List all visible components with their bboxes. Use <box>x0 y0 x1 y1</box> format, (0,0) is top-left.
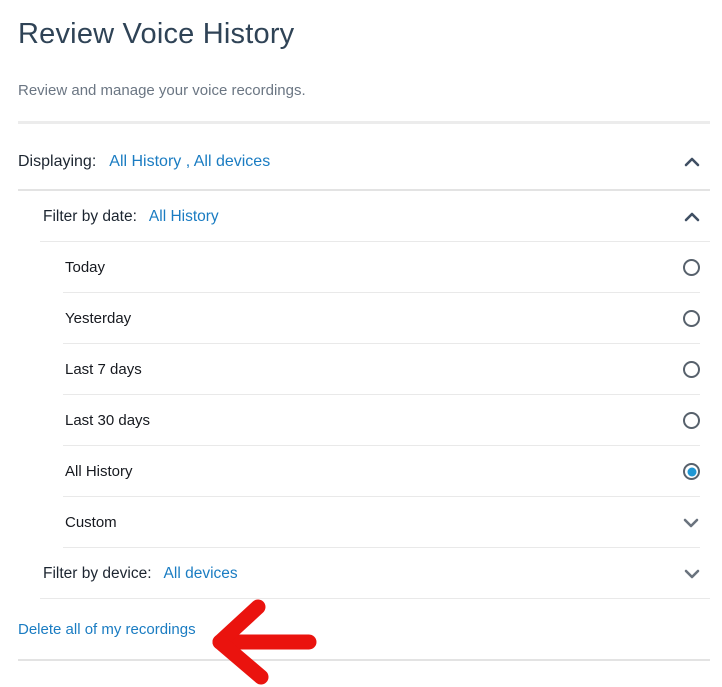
option-label: Last 30 days <box>65 412 151 429</box>
date-option-last-7-days[interactable]: Last 7 days <box>0 344 722 395</box>
chevron-down-icon[interactable] <box>683 565 701 583</box>
option-label: Yesterday <box>65 310 132 327</box>
radio-unselected[interactable] <box>683 310 700 327</box>
radio-unselected[interactable] <box>683 361 700 378</box>
filter-by-device-row[interactable]: Filter by device: All devices <box>0 548 722 599</box>
delete-row: Delete all of my recordings <box>0 599 722 659</box>
delete-all-recordings-link[interactable]: Delete all of my recordings <box>18 621 196 638</box>
chevron-down-icon[interactable] <box>682 514 700 532</box>
radio-selected[interactable] <box>683 463 700 480</box>
radio-unselected[interactable] <box>683 412 700 429</box>
date-options-list: Today Yesterday Last 7 days Last 30 days… <box>0 242 722 548</box>
displaying-value-link[interactable]: All History , All devices <box>109 153 270 171</box>
date-option-all-history[interactable]: All History <box>0 446 722 497</box>
filter-by-device-value-link[interactable]: All devices <box>164 565 238 583</box>
date-option-yesterday[interactable]: Yesterday <box>0 293 722 344</box>
filter-by-date-value-link[interactable]: All History <box>149 208 219 226</box>
radio-unselected[interactable] <box>683 259 700 276</box>
displaying-summary-row[interactable]: Displaying: All History , All devices <box>0 124 722 189</box>
filter-by-date-row[interactable]: Filter by date: All History <box>0 191 722 242</box>
option-label: All History <box>65 463 133 480</box>
option-label: Today <box>65 259 106 276</box>
displaying-label: Displaying: <box>18 153 97 170</box>
page-subtitle: Review and manage your voice recordings. <box>18 82 306 99</box>
date-option-custom[interactable]: Custom <box>0 497 722 548</box>
divider <box>18 659 710 661</box>
review-voice-history-page: Review Voice History Review and manage y… <box>0 14 722 685</box>
page-title: Review Voice History <box>18 18 295 50</box>
chevron-up-icon[interactable] <box>683 153 701 171</box>
date-option-last-30-days[interactable]: Last 30 days <box>0 395 722 446</box>
option-label: Last 7 days <box>65 361 142 378</box>
filter-by-device-label: Filter by device: <box>43 564 152 582</box>
option-label: Custom <box>65 514 117 531</box>
filter-by-date-label: Filter by date: <box>43 207 137 225</box>
chevron-up-icon[interactable] <box>683 208 701 226</box>
date-option-today[interactable]: Today <box>0 242 722 293</box>
